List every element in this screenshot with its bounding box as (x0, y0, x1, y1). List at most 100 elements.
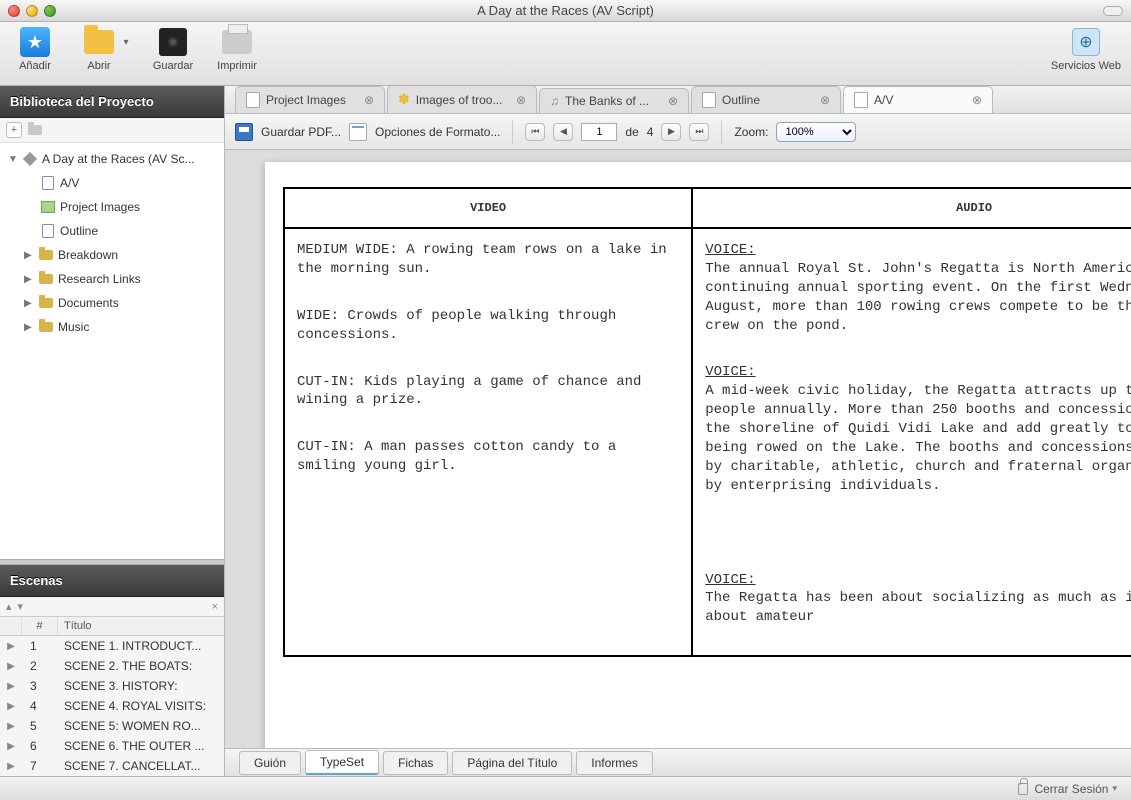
scene-title: SCENE 4. ROYAL VISITS: (58, 699, 224, 713)
window-title: A Day at the Races (AV Script) (0, 3, 1131, 18)
scene-row[interactable]: ▶4SCENE 4. ROYAL VISITS: (0, 696, 224, 716)
audio-paragraph (705, 524, 1131, 543)
chevron-right-icon[interactable]: ▶ (24, 322, 34, 333)
scene-row[interactable]: ▶3SCENE 3. HISTORY: (0, 676, 224, 696)
web-services-label: Servicios Web (1051, 60, 1121, 72)
chevron-right-icon[interactable]: ▶ (0, 761, 22, 772)
tree-item-a/v[interactable]: A/V (0, 171, 224, 195)
tab-outline[interactable]: Outline ⊗ (691, 86, 841, 113)
chevron-right-icon[interactable]: ▶ (0, 721, 22, 732)
window-controls (8, 5, 56, 17)
folder-icon (39, 298, 53, 308)
format-options-button[interactable]: Opciones de Formato... (375, 125, 500, 139)
first-page-button[interactable]: ⏮ (525, 123, 545, 141)
open-label: Abrir (87, 60, 110, 72)
scene-row[interactable]: ▶7SCENE 7. CANCELLAT... (0, 756, 224, 776)
save-button[interactable]: Guardar (148, 26, 198, 72)
zoom-label: Zoom: (734, 125, 768, 139)
scene-row[interactable]: ▶6SCENE 6. THE OUTER ... (0, 736, 224, 756)
col-title: Título (58, 617, 224, 635)
add-button[interactable]: ★ Añadir (10, 26, 60, 72)
save-label: Guardar (153, 60, 193, 72)
scenes-close-icon[interactable]: × (212, 601, 218, 613)
tree-item-outline[interactable]: Outline (0, 219, 224, 243)
tree-item-breakdown[interactable]: ▶Breakdown (0, 243, 224, 267)
logout-button[interactable]: Cerrar Sesión (1034, 782, 1108, 796)
tree-item-project-images[interactable]: Project Images (0, 195, 224, 219)
chevron-right-icon[interactable]: ▶ (24, 298, 34, 309)
chevron-right-icon[interactable]: ▶ (0, 661, 22, 672)
chevron-right-icon[interactable]: ▶ (0, 641, 22, 652)
page-number: 1 (265, 162, 1131, 183)
zoom-window-icon[interactable] (44, 5, 56, 17)
minimize-window-icon[interactable] (26, 5, 38, 17)
close-tab-icon[interactable]: ⊗ (516, 93, 526, 107)
open-dropdown-icon[interactable]: ▾ (118, 26, 134, 58)
save-pdf-button[interactable]: Guardar PDF... (261, 125, 341, 139)
video-paragraph: CUT-IN: A man passes cotton candy to a s… (297, 438, 679, 476)
tree-item-label: A/V (60, 176, 79, 190)
close-tab-icon[interactable]: ⊗ (972, 93, 982, 107)
toolbar-toggle-icon[interactable] (1103, 6, 1123, 16)
tab-label: Outline (722, 93, 760, 107)
tree-root[interactable]: ▼ A Day at the Races (AV Sc... (0, 147, 224, 171)
scenes-column-header: # Título (0, 616, 224, 636)
document-icon (854, 92, 868, 108)
close-tab-icon[interactable]: ⊗ (820, 93, 830, 107)
scene-number: 2 (22, 659, 58, 673)
project-icon (23, 152, 37, 166)
tab-a-v[interactable]: A/V ⊗ (843, 86, 993, 113)
chevron-right-icon[interactable]: ▶ (0, 741, 22, 752)
close-tab-icon[interactable]: ⊗ (668, 94, 678, 108)
web-services-button[interactable]: ⊕ Servicios Web (1051, 26, 1121, 72)
scene-list: ▶1SCENE 1. INTRODUCT...▶2SCENE 2. THE BO… (0, 636, 224, 776)
tab-label: A/V (874, 93, 893, 107)
document-toolbar: Guardar PDF... Opciones de Formato... ⏮ … (225, 114, 1131, 150)
tree-item-research-links[interactable]: ▶Research Links (0, 267, 224, 291)
scene-title: SCENE 1. INTRODUCT... (58, 639, 224, 653)
tree-item-documents[interactable]: ▶Documents (0, 291, 224, 315)
tab-guion[interactable]: Guión (239, 751, 301, 775)
document-icon (42, 224, 54, 238)
add-item-button[interactable]: + (6, 122, 22, 138)
video-column: MEDIUM WIDE: A rowing team rows on a lak… (284, 228, 692, 656)
scene-row[interactable]: ▶5SCENE 5: WOMEN RO... (0, 716, 224, 736)
chevron-right-icon[interactable]: ▶ (0, 681, 22, 692)
last-page-button[interactable]: ⏭ (689, 123, 709, 141)
new-folder-icon[interactable] (28, 125, 42, 135)
chevron-right-icon[interactable]: ▶ (0, 701, 22, 712)
tab-images-of-troo-[interactable]: ✽Images of troo...⊗ (387, 86, 537, 113)
chevron-right-icon[interactable]: ▶ (24, 274, 34, 285)
audio-paragraph: VOICE:The Regatta has been about sociali… (705, 571, 1131, 628)
print-button[interactable]: Imprimir (212, 26, 262, 72)
zoom-select[interactable]: 100% (776, 122, 856, 142)
statusbar: Cerrar Sesión ▾ (0, 776, 1131, 800)
next-page-button[interactable]: ▶ (661, 123, 681, 141)
scene-next-icon[interactable]: ▾ (18, 600, 24, 613)
chevron-down-icon[interactable]: ▼ (8, 154, 18, 165)
scenes-tools: ▴ ▾ × (0, 597, 224, 616)
scene-row[interactable]: ▶1SCENE 1. INTRODUCT... (0, 636, 224, 656)
voice-label: VOICE: (705, 364, 755, 380)
scene-prev-icon[interactable]: ▴ (6, 600, 12, 613)
tab-typeset[interactable]: TypeSet (305, 750, 379, 775)
tab-pagina-titulo[interactable]: Página del Título (452, 751, 572, 775)
tab-project-images[interactable]: Project Images ⊗ (235, 86, 385, 113)
page-input[interactable] (581, 123, 617, 141)
scene-number: 1 (22, 639, 58, 653)
document-icon (702, 92, 716, 108)
tab-label: Project Images (266, 93, 346, 107)
prev-page-button[interactable]: ◀ (553, 123, 573, 141)
chevron-down-icon[interactable]: ▾ (1112, 783, 1117, 794)
close-tab-icon[interactable]: ⊗ (364, 93, 374, 107)
tab-the-banks-of-[interactable]: ♫The Banks of ...⊗ (539, 88, 689, 113)
tree-item-music[interactable]: ▶Music (0, 315, 224, 339)
tab-informes[interactable]: Informes (576, 751, 653, 775)
chevron-right-icon[interactable]: ▶ (24, 250, 34, 261)
open-button[interactable]: Abrir (74, 26, 124, 72)
titlebar: A Day at the Races (AV Script) (0, 0, 1131, 22)
document-viewport[interactable]: 1 VIDEO AUDIO MEDIUM WIDE: A rowing team… (225, 150, 1131, 748)
scene-row[interactable]: ▶2SCENE 2. THE BOATS: (0, 656, 224, 676)
close-window-icon[interactable] (8, 5, 20, 17)
tab-fichas[interactable]: Fichas (383, 751, 448, 775)
